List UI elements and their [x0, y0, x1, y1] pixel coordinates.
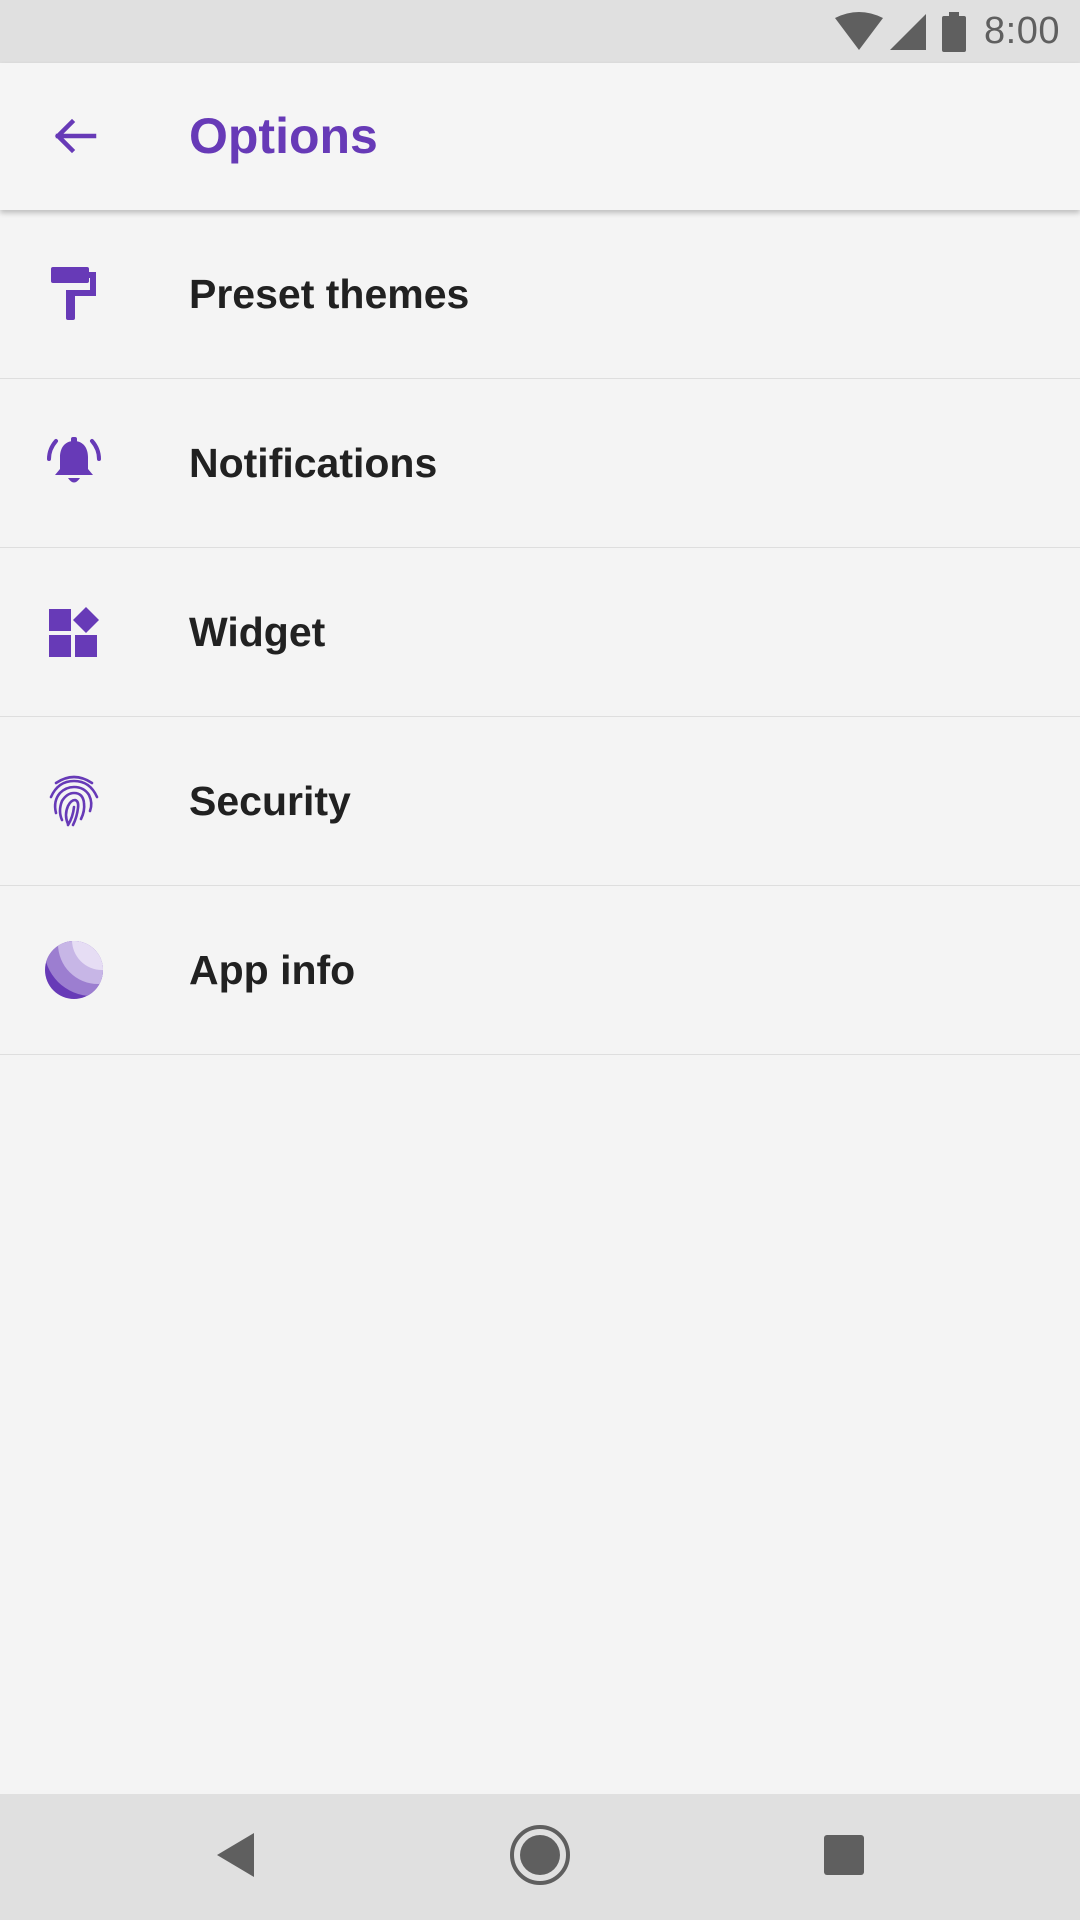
menu-item-label: Widget — [189, 609, 326, 655]
nav-recents-icon — [823, 1834, 865, 1881]
back-button[interactable] — [34, 102, 114, 174]
menu-item-security[interactable]: Security — [0, 717, 1080, 886]
menu-item-widget[interactable]: Widget — [0, 548, 1080, 717]
page-title: Options — [189, 108, 378, 164]
menu-item-preset-themes[interactable]: Preset themes — [0, 210, 1080, 379]
menu-item-label: App info — [189, 947, 356, 993]
menu-item-label: Security — [189, 778, 351, 824]
nav-recents-button[interactable] — [784, 1794, 904, 1920]
options-list: Preset themes Notifications Widget Secur… — [0, 210, 1080, 1055]
notification-bell-icon — [36, 425, 112, 501]
status-bar: 8:00 — [0, 0, 1080, 63]
status-time: 8:00 — [984, 10, 1060, 52]
arrow-back-icon — [50, 112, 98, 165]
menu-item-app-info[interactable]: App info — [0, 886, 1080, 1055]
fingerprint-icon — [36, 763, 112, 839]
app-bar: Options — [0, 63, 1080, 210]
wifi-icon — [834, 11, 884, 52]
battery-icon — [942, 11, 967, 52]
menu-item-label: Notifications — [189, 440, 438, 486]
status-icons: 8:00 — [834, 0, 1060, 63]
nav-home-icon — [509, 1824, 571, 1891]
nav-back-button[interactable] — [176, 1794, 296, 1920]
menu-item-notifications[interactable]: Notifications — [0, 379, 1080, 548]
nav-back-icon — [214, 1831, 258, 1884]
paint-roller-icon — [36, 256, 112, 332]
nav-home-button[interactable] — [480, 1794, 600, 1920]
widgets-icon — [36, 594, 112, 670]
menu-item-label: Preset themes — [189, 271, 470, 317]
system-nav-bar — [0, 1794, 1080, 1920]
signal-icon — [888, 12, 928, 52]
app-logo-icon — [36, 932, 112, 1008]
